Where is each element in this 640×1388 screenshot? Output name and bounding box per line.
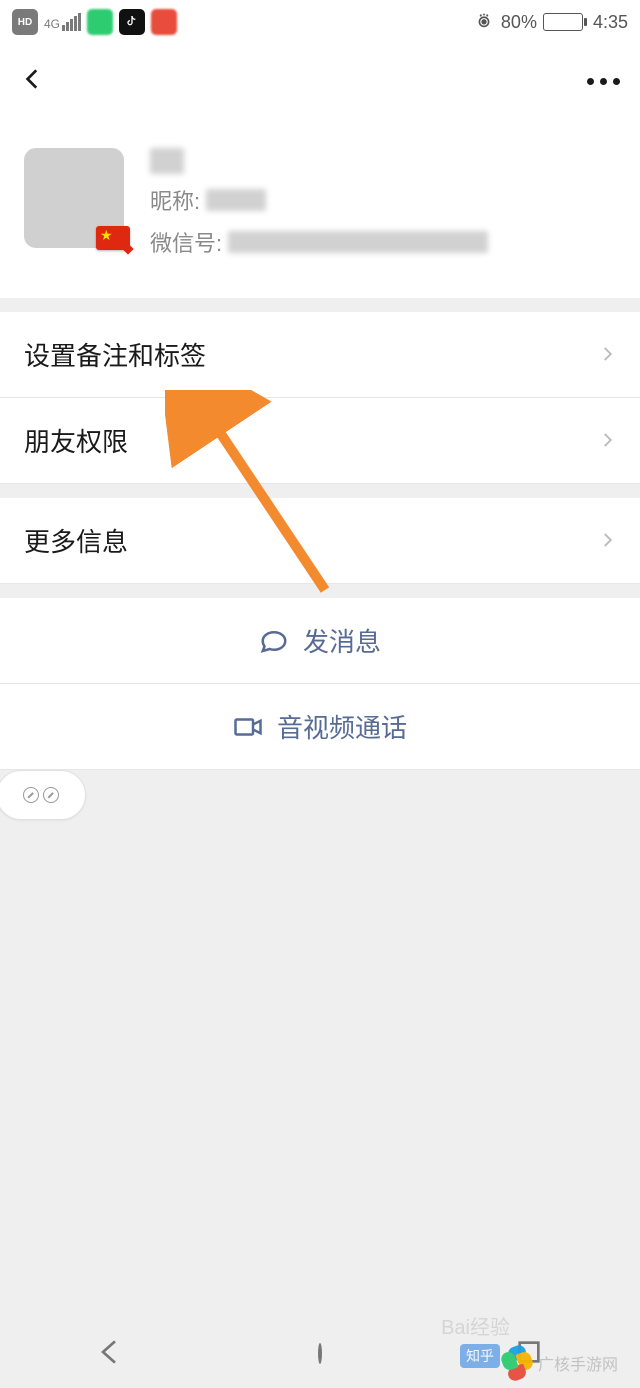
link-icon xyxy=(20,784,43,807)
wechat-id-label: 微信号: xyxy=(150,226,222,258)
profile-info: 昵称: 微信号: xyxy=(150,148,616,258)
watermark-baidu: Bai经验 xyxy=(441,1311,510,1340)
chevron-right-icon xyxy=(598,525,616,556)
network-label: 4G xyxy=(44,17,60,31)
menu-friend-permission[interactable]: 朋友权限 xyxy=(0,398,640,484)
status-right: 80% 4:35 xyxy=(473,9,628,36)
nickname-label: 昵称: xyxy=(150,184,200,216)
status-bar: HD 4G 80% 4:35 xyxy=(0,0,640,44)
wechat-id-line: 微信号: xyxy=(150,226,616,258)
video-call-button[interactable]: 音视频通话 xyxy=(0,684,640,770)
chevron-right-icon xyxy=(598,339,616,370)
back-button[interactable] xyxy=(20,66,46,97)
eye-icon xyxy=(473,9,495,36)
watermark-zhihu: 知乎 xyxy=(460,1344,500,1368)
petal-logo-icon xyxy=(500,1346,534,1380)
action-label: 发消息 xyxy=(303,622,381,659)
action-label: 音视频通话 xyxy=(277,708,407,745)
menu-label: 设置备注和标签 xyxy=(24,336,206,373)
nav-home-icon[interactable] xyxy=(318,1345,322,1363)
app-icon-green xyxy=(87,9,113,35)
tiktok-icon xyxy=(119,9,145,35)
menu-remark-tags[interactable]: 设置备注和标签 xyxy=(0,312,640,398)
network-indicator: 4G xyxy=(44,13,81,31)
menu-label: 更多信息 xyxy=(24,522,128,559)
signal-bars-icon xyxy=(62,13,81,31)
floating-link-badge[interactable] xyxy=(0,770,86,820)
chevron-right-icon xyxy=(598,425,616,456)
chat-icon xyxy=(259,626,289,656)
watermark-logo-text: 广核手游网 xyxy=(538,1351,618,1375)
battery-icon xyxy=(543,13,587,31)
nav-back-icon[interactable] xyxy=(95,1336,127,1373)
china-flag-icon xyxy=(96,226,130,250)
nickname-line: 昵称: xyxy=(150,184,616,216)
nickname-redacted xyxy=(206,189,266,211)
status-left: HD 4G xyxy=(12,9,177,35)
battery-percent: 80% xyxy=(501,12,537,33)
watermark-logo: 广核手游网 xyxy=(500,1346,618,1380)
wechat-id-redacted xyxy=(228,231,488,253)
clock: 4:35 xyxy=(593,12,628,33)
menu-label: 朋友权限 xyxy=(24,422,128,459)
app-icon-red xyxy=(151,9,177,35)
menu-more-info[interactable]: 更多信息 xyxy=(0,498,640,584)
link-icon xyxy=(40,784,63,807)
avatar[interactable] xyxy=(24,148,124,248)
hd-icon: HD xyxy=(12,9,38,35)
video-icon xyxy=(233,712,263,742)
nav-bar xyxy=(0,44,640,118)
profile-section: 昵称: 微信号: xyxy=(0,118,640,298)
more-button[interactable] xyxy=(587,78,620,85)
profile-name-redacted xyxy=(150,148,184,174)
send-message-button[interactable]: 发消息 xyxy=(0,598,640,684)
